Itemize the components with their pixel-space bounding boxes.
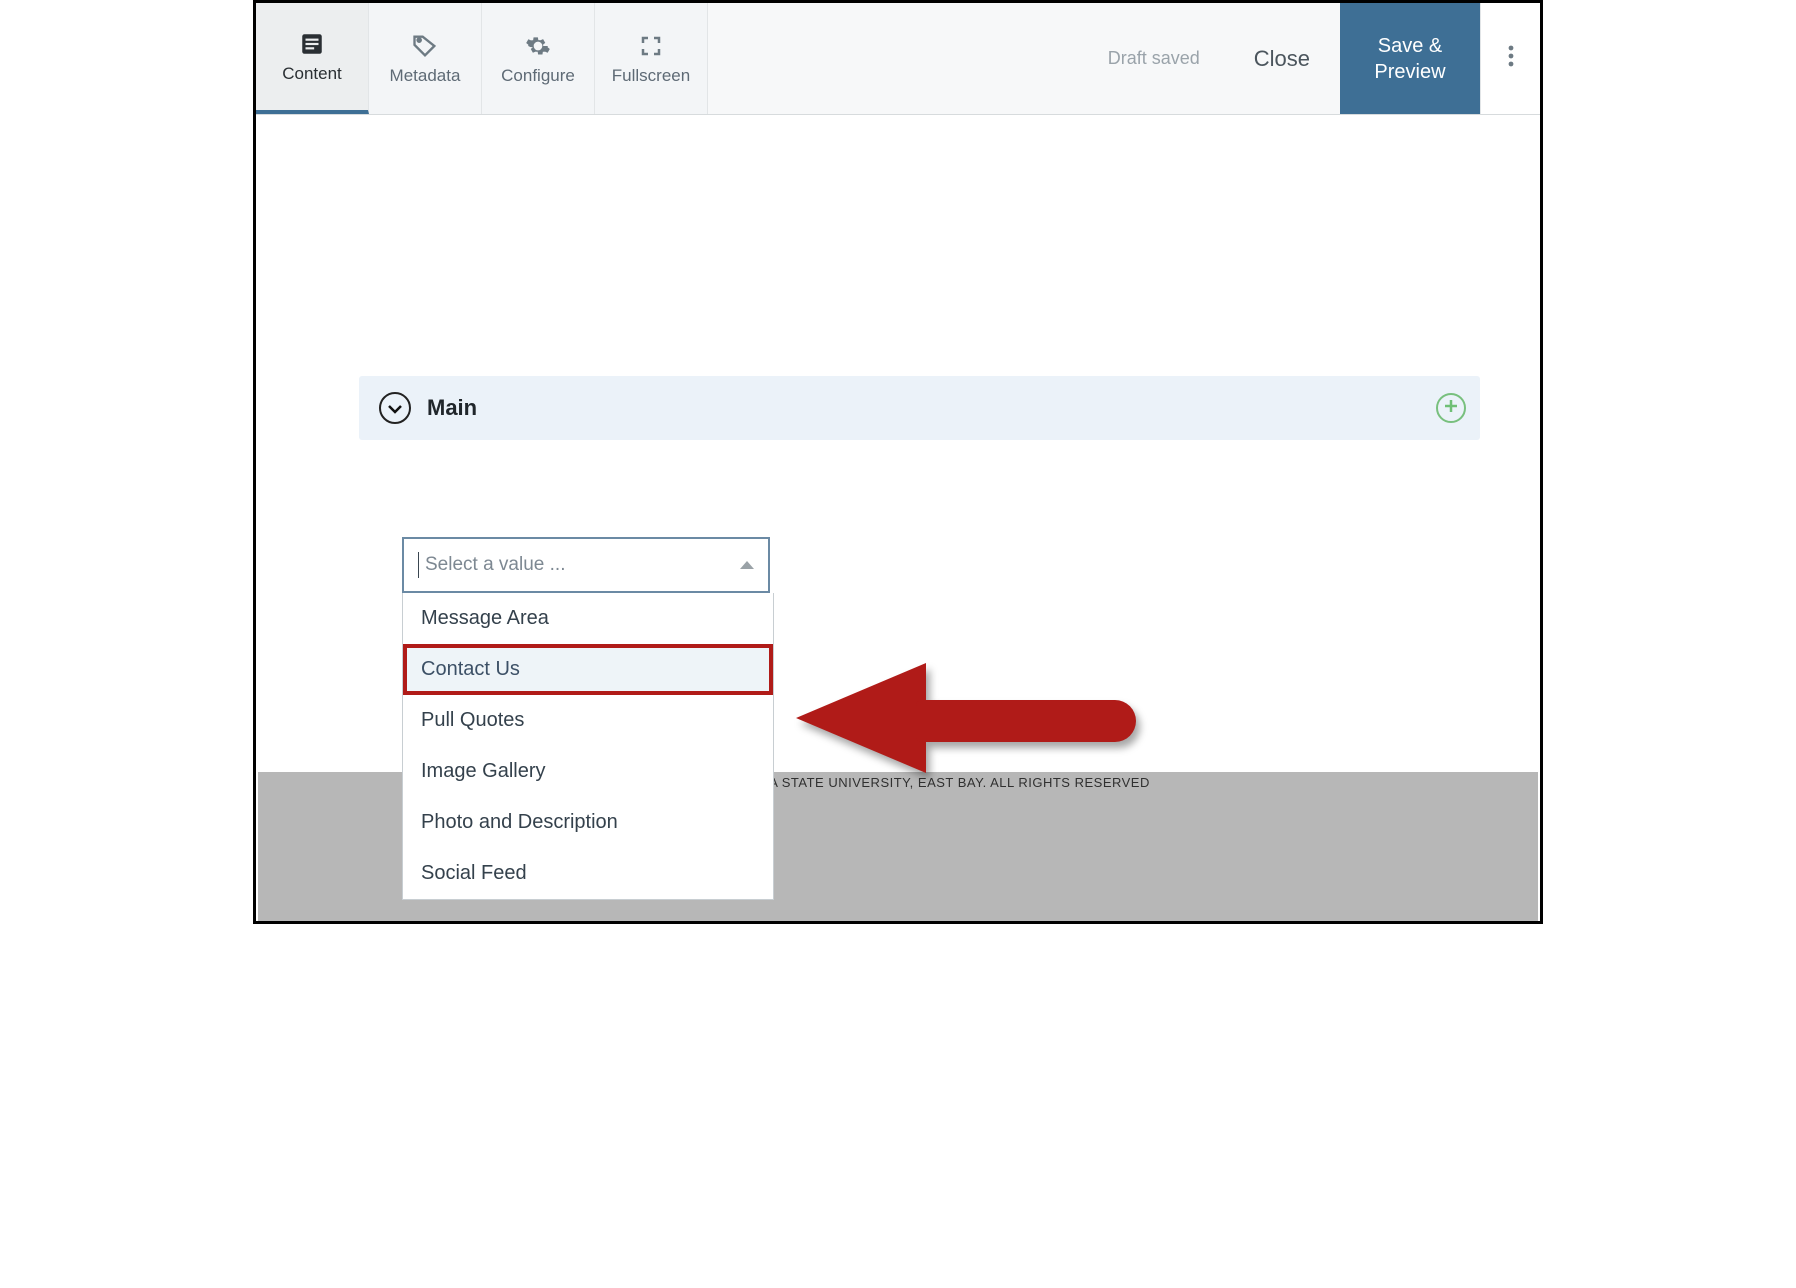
tab-content[interactable]: Content bbox=[256, 3, 369, 114]
option-pull-quotes[interactable]: Pull Quotes bbox=[403, 695, 773, 746]
editor-toolbar: Content Metadata Configure Fullscreen Dr… bbox=[256, 3, 1540, 115]
fullscreen-icon bbox=[639, 32, 663, 60]
option-message-area[interactable]: Message Area bbox=[403, 593, 773, 644]
collapse-toggle[interactable] bbox=[379, 392, 411, 424]
section-title: Main bbox=[427, 395, 477, 421]
more-vert-icon bbox=[1508, 44, 1514, 73]
gear-icon bbox=[525, 32, 551, 60]
option-contact-us[interactable]: Contact Us bbox=[403, 644, 773, 695]
select-display[interactable]: Select a value ... bbox=[404, 539, 768, 591]
tag-icon bbox=[411, 32, 439, 60]
select-placeholder: Select a value ... bbox=[425, 554, 565, 576]
tab-label: Content bbox=[282, 64, 342, 84]
tab-configure[interactable]: Configure bbox=[482, 3, 595, 114]
caret-up-icon bbox=[740, 561, 754, 569]
select-menu: Message Area Contact Us Pull Quotes Imag… bbox=[402, 593, 774, 900]
save-preview-button[interactable]: Save & Preview bbox=[1340, 3, 1480, 114]
section-header-main[interactable]: Main bbox=[359, 376, 1480, 440]
tab-metadata[interactable]: Metadata bbox=[369, 3, 482, 114]
more-menu-button[interactable] bbox=[1480, 3, 1540, 114]
content-type-select[interactable]: Select a value ... Message Area Contact … bbox=[402, 537, 770, 593]
tab-fullscreen[interactable]: Fullscreen bbox=[595, 3, 708, 114]
draft-saved-status: Draft saved bbox=[1084, 3, 1224, 114]
add-button[interactable] bbox=[1436, 393, 1466, 423]
content-icon bbox=[299, 30, 325, 58]
plus-icon bbox=[1443, 398, 1459, 419]
option-image-gallery[interactable]: Image Gallery bbox=[403, 746, 773, 797]
tab-label: Configure bbox=[501, 66, 575, 86]
chevron-down-icon bbox=[387, 398, 403, 419]
option-photo-description[interactable]: Photo and Description bbox=[403, 797, 773, 848]
close-button[interactable]: Close bbox=[1224, 3, 1340, 114]
tab-label: Metadata bbox=[390, 66, 461, 86]
tab-label: Fullscreen bbox=[612, 66, 690, 86]
option-social-feed[interactable]: Social Feed bbox=[403, 848, 773, 899]
